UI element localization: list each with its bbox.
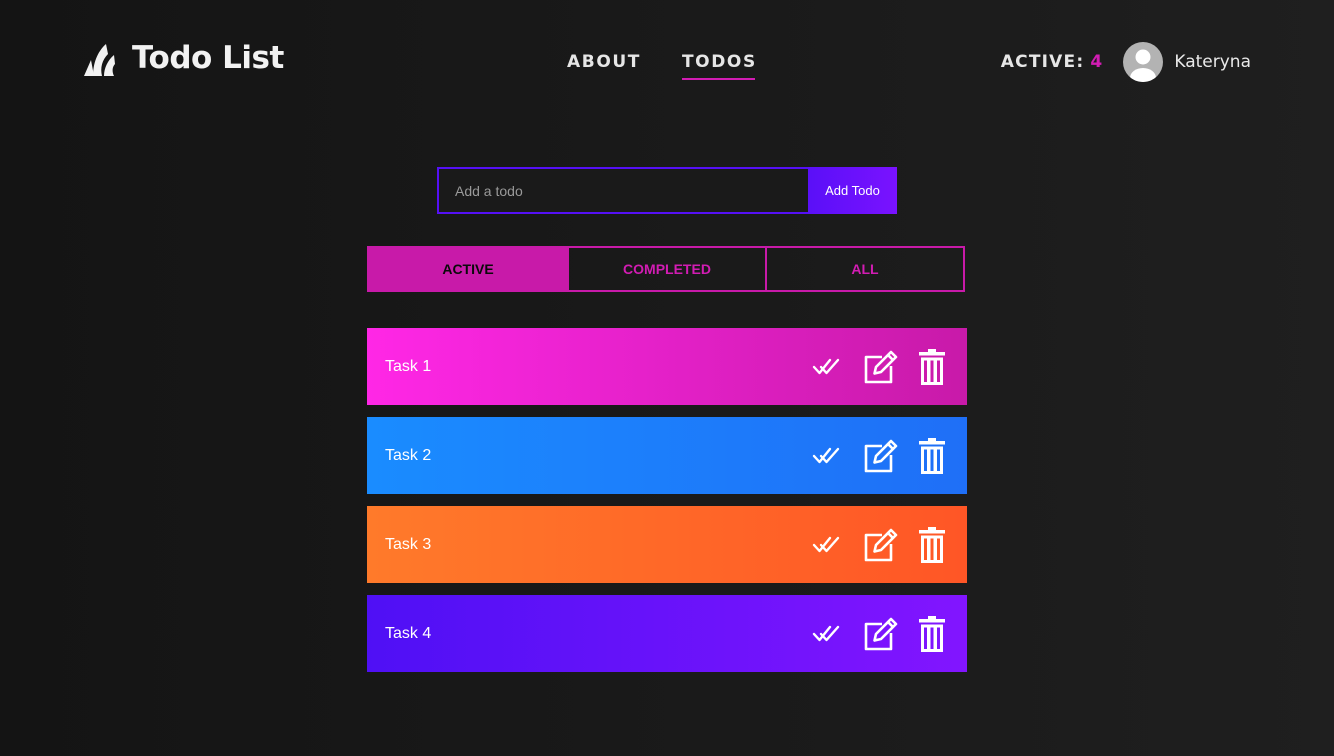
todo-item: Task 4 <box>367 595 967 672</box>
user-avatar-icon[interactable] <box>1123 42 1164 82</box>
todo-list: Task 1 Task 2 Task 3 Task 4 <box>367 328 967 684</box>
complete-button[interactable] <box>812 624 842 644</box>
complete-button[interactable] <box>812 446 842 466</box>
filter-tab-active[interactable]: ACTIVE <box>367 246 569 292</box>
delete-button[interactable] <box>918 615 946 652</box>
todo-actions <box>812 615 946 652</box>
double-check-icon <box>812 358 840 374</box>
edit-icon <box>864 439 898 472</box>
trash-icon <box>919 615 945 652</box>
todo-title: Task 4 <box>385 624 432 642</box>
edit-button[interactable] <box>863 616 899 652</box>
add-todo-button[interactable]: Add Todo <box>808 167 897 214</box>
delete-button[interactable] <box>918 526 946 563</box>
active-counter-value: 4 <box>1090 52 1104 72</box>
double-check-icon <box>812 625 840 641</box>
add-todo-form: Add Todo <box>437 167 897 214</box>
edit-button[interactable] <box>863 527 899 563</box>
filter-tab-all[interactable]: ALL <box>765 246 965 292</box>
username[interactable]: Kateryna <box>1174 52 1251 72</box>
todo-actions <box>812 348 946 385</box>
edit-button[interactable] <box>863 438 899 474</box>
trash-icon <box>919 526 945 563</box>
edit-icon <box>864 617 898 650</box>
active-counter-label: ACTIVE: <box>1000 52 1085 72</box>
user-area: ACTIVE: 4 Kateryna <box>1001 42 1251 82</box>
delete-button[interactable] <box>918 437 946 474</box>
edit-button[interactable] <box>863 349 899 385</box>
todo-item: Task 2 <box>367 417 967 494</box>
trash-icon <box>919 348 945 385</box>
todo-title: Task 3 <box>385 535 432 553</box>
logo-link[interactable]: Todo List <box>82 40 284 76</box>
double-check-icon <box>812 536 840 552</box>
logo-mark-icon <box>84 44 115 76</box>
filter-tab-completed[interactable]: COMPLETED <box>567 246 767 292</box>
app-header: Todo List ABOUT TODOS ACTIVE: 4 Kateryna <box>0 0 1334 126</box>
todo-actions <box>812 437 946 474</box>
nav-link-about[interactable]: ABOUT <box>567 48 641 80</box>
main-nav: ABOUT TODOS <box>567 48 757 80</box>
active-counter: ACTIVE: 4 <box>1001 52 1104 72</box>
trash-icon <box>919 437 945 474</box>
app-title: Todo List <box>132 40 284 76</box>
add-todo-input[interactable] <box>437 167 808 214</box>
edit-icon <box>864 350 898 383</box>
todo-title: Task 2 <box>385 446 432 464</box>
nav-link-todos[interactable]: TODOS <box>681 48 757 80</box>
todo-item: Task 3 <box>367 506 967 583</box>
delete-button[interactable] <box>918 348 946 385</box>
edit-icon <box>864 528 898 561</box>
complete-button[interactable] <box>812 357 842 377</box>
filter-tabs: ACTIVE COMPLETED ALL <box>367 246 967 292</box>
todo-actions <box>812 526 946 563</box>
complete-button[interactable] <box>812 535 842 555</box>
double-check-icon <box>812 447 840 463</box>
todo-item: Task 1 <box>367 328 967 405</box>
todo-title: Task 1 <box>385 357 432 375</box>
